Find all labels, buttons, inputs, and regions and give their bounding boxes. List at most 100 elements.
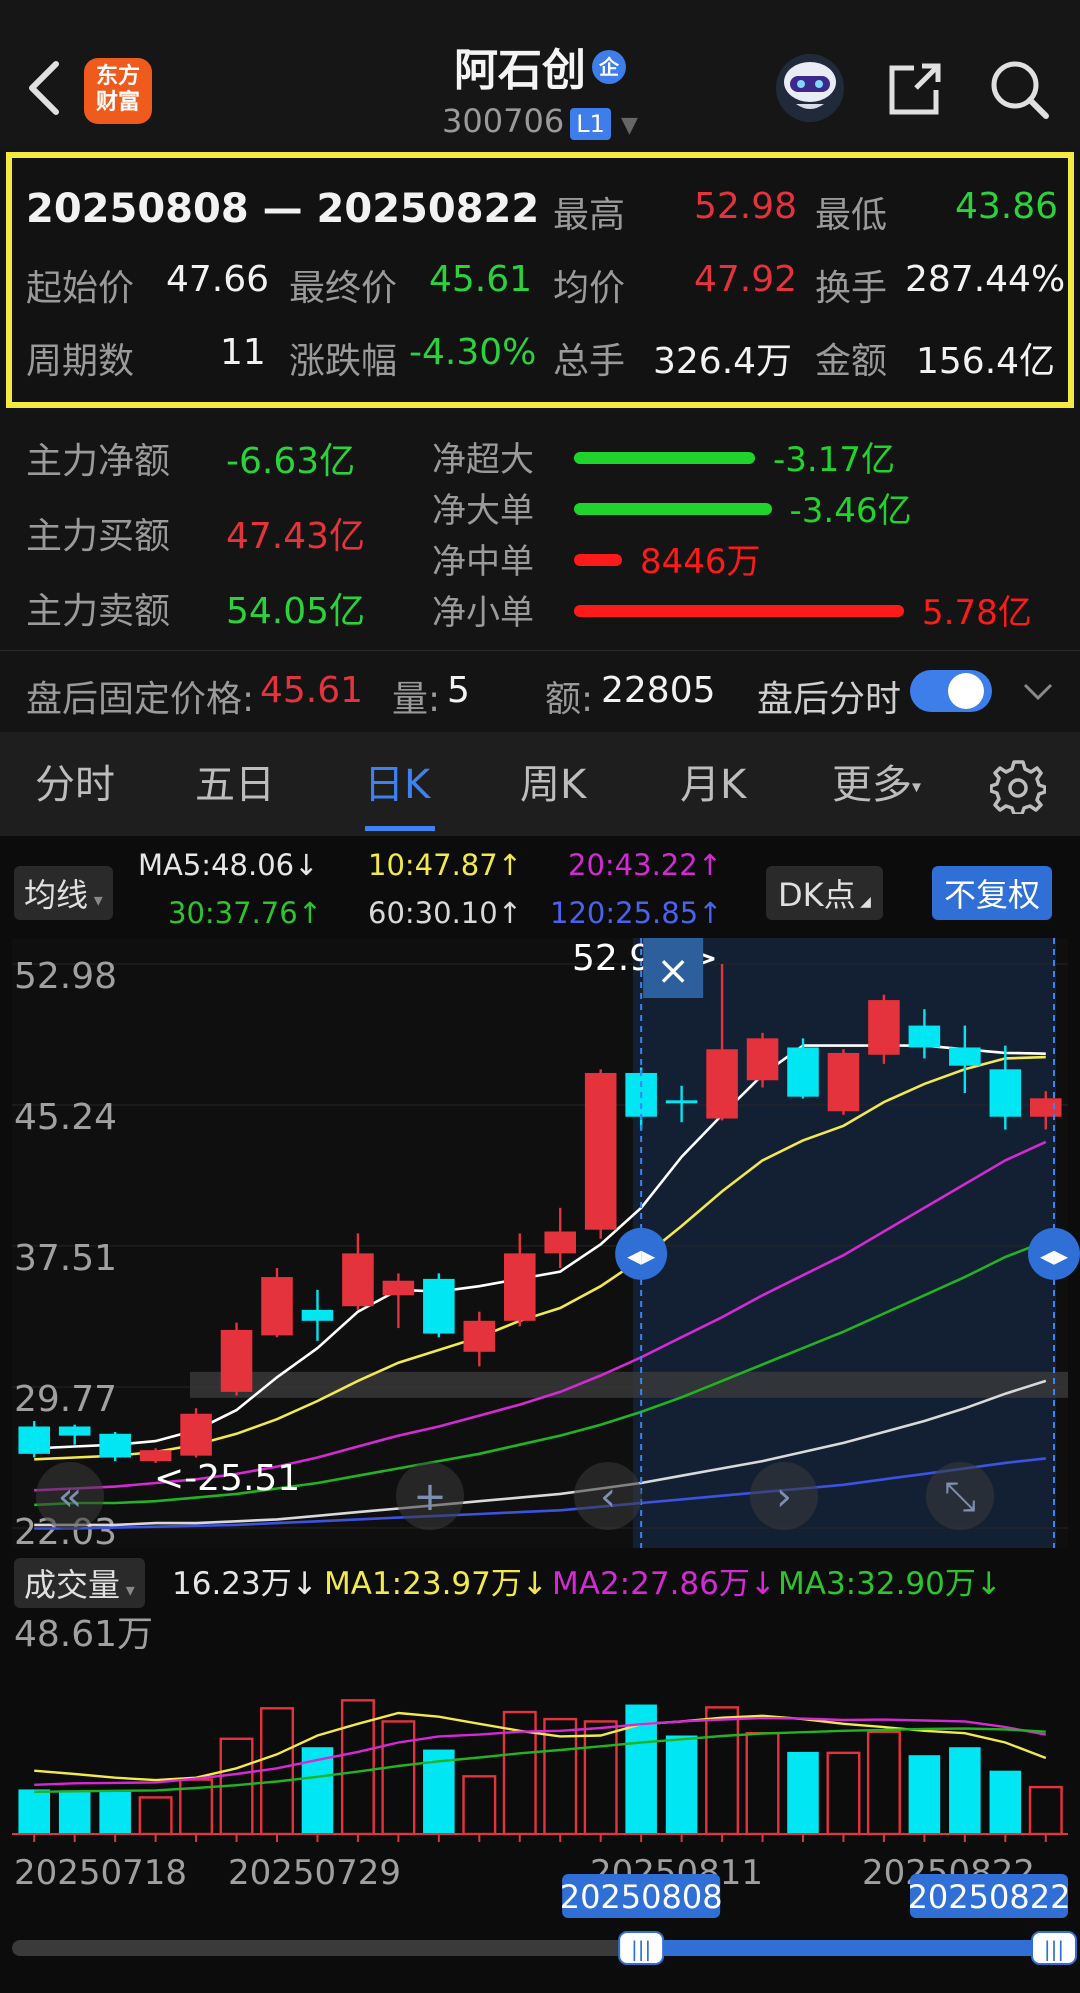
chevron-down-icon[interactable] — [1022, 680, 1054, 708]
settings-gear-icon[interactable] — [989, 758, 1047, 818]
rewind-icon[interactable]: « — [58, 1474, 82, 1520]
candle-body — [868, 1000, 900, 1055]
candle-body — [544, 1231, 577, 1254]
low-label: 最低 — [815, 195, 888, 236]
tab-weekly-k[interactable]: 周K — [520, 752, 586, 810]
volume-indicator-select[interactable]: 成交量 ▾ — [14, 1558, 145, 1608]
tab-intraday[interactable]: 分时 — [35, 752, 115, 810]
prev-icon[interactable]: ‹ — [600, 1474, 616, 1520]
min-price-marker: <-25.51 — [154, 1458, 300, 1499]
volume-bar — [787, 1751, 819, 1834]
close-icon[interactable]: × — [656, 948, 690, 994]
volume-bar — [99, 1791, 131, 1834]
ah-price-value: 45.61 — [260, 670, 364, 711]
ma-select[interactable]: 均线 ▾ — [14, 866, 113, 920]
search-icon[interactable] — [988, 58, 1052, 122]
turnover-value: 287.44% — [905, 259, 1066, 300]
open-label: 起始价 — [26, 268, 135, 309]
vol-ma3-value: MA3:32.90万↓ — [778, 1566, 1002, 1602]
share-icon[interactable] — [884, 60, 944, 120]
robot-assistant-icon[interactable] — [774, 52, 846, 124]
drag-arrows-icon[interactable]: ◂▸ — [1040, 1239, 1068, 1272]
range-date-label: 20250808 — [560, 1878, 723, 1916]
candle-body — [746, 1038, 779, 1081]
fullscreen-icon[interactable]: ⤡ — [944, 1474, 976, 1520]
ah-toggle-knob[interactable] — [948, 673, 984, 709]
vol-ma2-value: MA2:27.86万↓ — [552, 1566, 776, 1602]
periods-label: 周期数 — [26, 341, 135, 382]
selected-range-overlay — [632, 938, 1056, 1548]
enterprise-badge: 企 — [592, 50, 626, 84]
candle-body — [423, 1278, 455, 1334]
candle-body — [1029, 1098, 1062, 1117]
candle-body — [58, 1426, 91, 1436]
volume-value: 326.4万 — [653, 341, 793, 382]
main-net-label: 主力净额 — [26, 441, 171, 482]
tab-more[interactable]: 更多▾ — [832, 752, 921, 810]
y-tick-label: 45.24 — [14, 1097, 117, 1138]
amount-label: 金额 — [815, 341, 888, 382]
tab-monthly-k[interactable]: 月K — [680, 752, 746, 810]
main-buy-label: 主力买额 — [26, 516, 171, 557]
avg-label: 均价 — [553, 268, 626, 309]
chevron-down-icon: ▼ — [621, 113, 638, 138]
ma60-value: 60:30.10↑ — [368, 896, 522, 930]
x-axis-label: 20250729 — [228, 1853, 401, 1893]
candle-body — [706, 1049, 738, 1119]
next-icon[interactable]: › — [776, 1474, 792, 1520]
vol-ma1-value: MA1:23.97万↓ — [324, 1566, 548, 1602]
range-text: 20250808 — 20250822 — [26, 186, 540, 232]
candle-body — [908, 1025, 941, 1048]
candle-body — [787, 1047, 819, 1097]
ah-price-label: 盘后固定价格: — [26, 679, 255, 720]
x-axis-label: 20250718 — [14, 1853, 187, 1893]
volume-label: 总手 — [553, 341, 626, 382]
candle-body — [220, 1329, 253, 1392]
flow-bar-1 — [574, 503, 772, 515]
candle-body — [261, 1277, 293, 1336]
candle-body — [342, 1253, 374, 1307]
candle-body — [382, 1280, 415, 1296]
candle-body — [99, 1433, 131, 1458]
candle-body — [665, 1100, 698, 1104]
ah-toggle-label: 盘后分时 — [757, 679, 902, 720]
change-label: 涨跌幅 — [289, 341, 398, 382]
y-tick-label: 37.51 — [14, 1238, 117, 1279]
app-header: 东方 财富 阿石创企 300706 L1 ▼ — [0, 0, 1080, 148]
tab-daily-k[interactable]: 日K — [364, 752, 430, 810]
low-value: 43.86 — [955, 186, 1059, 227]
periods-value: 11 — [220, 332, 266, 373]
range-date-label: 20250822 — [908, 1878, 1071, 1916]
y-tick-label: 29.77 — [14, 1379, 117, 1420]
ah-qty-value: 5 — [447, 670, 470, 711]
candle-body — [503, 1253, 536, 1321]
flow-label-2: 净中单 — [432, 542, 534, 582]
drag-arrows-icon[interactable]: ◂▸ — [627, 1239, 655, 1272]
amount-value: 156.4亿 — [916, 341, 1056, 382]
candle-body — [463, 1320, 496, 1352]
candle-body — [989, 1069, 1022, 1117]
open-value: 47.66 — [166, 259, 270, 300]
range-scrollbar-fill[interactable] — [641, 1940, 1054, 1956]
main-sell-value: 54.05亿 — [226, 591, 366, 632]
volume-tick-label: 48.61万 — [14, 1614, 153, 1655]
candle-body — [584, 1072, 617, 1230]
candle-body — [301, 1309, 334, 1321]
flow-label-0: 净超大 — [432, 440, 534, 480]
volume-bar — [58, 1790, 91, 1834]
price-band — [190, 1371, 1068, 1398]
ma120-value: 120:25.85↑ — [550, 896, 723, 930]
stock-name: 阿石创 — [454, 45, 586, 96]
flow-bar-2 — [574, 554, 622, 566]
tab-five-day[interactable]: 五日 — [195, 752, 275, 810]
candle-body — [949, 1047, 981, 1066]
zoom-in-icon[interactable]: + — [413, 1474, 447, 1520]
dk-point-button[interactable]: DK点 ◢ — [766, 866, 883, 920]
kline-chart[interactable]: 52.9845.2437.5129.7722.0352.98-><-25.51×… — [0, 936, 1080, 1993]
ma5-value: MA5:48.06↓ — [138, 848, 319, 882]
flow-bar-0 — [574, 452, 755, 464]
main-sell-label: 主力卖额 — [26, 591, 171, 632]
change-value: -4.30% — [409, 332, 537, 373]
candle-body — [180, 1413, 212, 1456]
adjust-button[interactable]: 不复权 — [932, 866, 1053, 920]
